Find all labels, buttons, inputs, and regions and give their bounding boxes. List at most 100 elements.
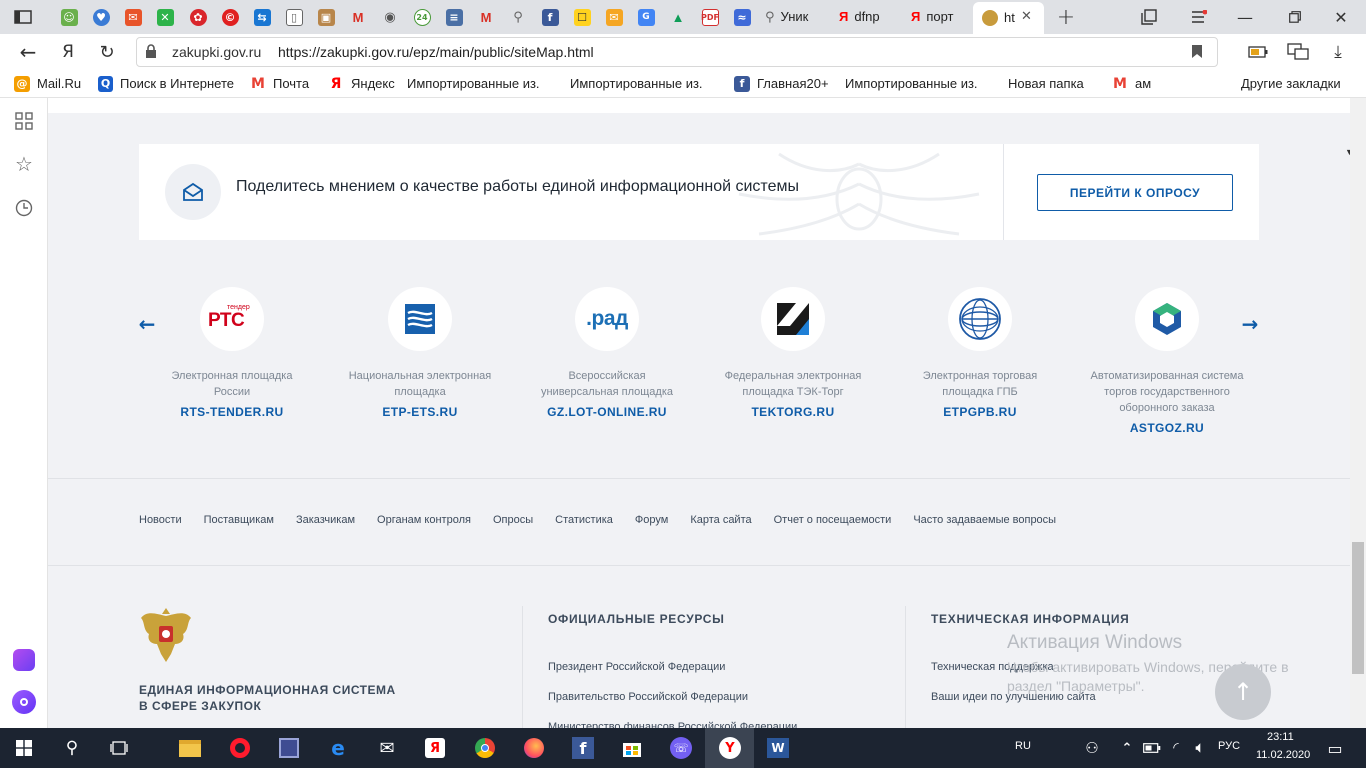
scroll-to-top-button[interactable]: ↑ <box>1215 664 1271 720</box>
bookmark-folder-imported-2[interactable]: Импортированные из... <box>570 70 702 98</box>
tektorg-logo-icon[interactable] <box>761 287 825 351</box>
download-icon[interactable]: ⤓ <box>1326 40 1350 64</box>
footer-link-suppliers[interactable]: Поставщикам <box>204 514 274 530</box>
wifi-icon[interactable]: ◜ <box>1164 736 1188 760</box>
people-icon[interactable]: ⚇ <box>1080 736 1104 760</box>
tab-1[interactable]: Яdfnp <box>839 0 897 34</box>
scrollbar-thumb[interactable] <box>1352 542 1364 674</box>
opera-icon[interactable] <box>228 736 252 760</box>
tab-favicon-pdf-icon[interactable]: PDF <box>698 5 722 29</box>
tab-panel-icon[interactable] <box>12 7 34 27</box>
apps-grid-icon[interactable] <box>12 109 36 133</box>
tab-0[interactable]: ⚲ Уник <box>765 0 829 34</box>
tab-favicon-box-icon[interactable]: ▣ <box>314 5 338 29</box>
tab-favicon-2[interactable]: ♥ <box>89 5 113 29</box>
notifications-icon[interactable]: ▭ <box>1323 736 1347 760</box>
footer-link-minfin[interactable]: Министерство финансов Российской Федерац… <box>548 721 797 728</box>
footer-link-traffic-report[interactable]: Отчет о посещаемости <box>774 514 892 530</box>
new-tab-plus-icon[interactable]: + <box>1054 5 1078 30</box>
save-disk-icon[interactable] <box>277 736 301 760</box>
platform-link[interactable]: ETP-ETS.RU <box>325 405 515 419</box>
platform-link[interactable]: TEKTORG.RU <box>698 405 888 419</box>
tab-close-icon[interactable]: ✕ <box>1021 8 1032 24</box>
platform-link[interactable]: GZ.LOT-ONLINE.RU <box>512 405 702 419</box>
store-icon[interactable] <box>620 736 644 760</box>
go-to-survey-button[interactable]: ПЕРЕЙТИ К ОПРОСУ <box>1037 174 1233 211</box>
bookmark-folder-imported-3[interactable]: Импортированные из... <box>845 70 977 98</box>
address-bar[interactable]: zakupki.gov.ru https://zakupki.gov.ru/ep… <box>136 37 1218 67</box>
tab-favicon-mail-icon[interactable]: ✉ <box>602 5 626 29</box>
minimize-icon[interactable]: — <box>1234 6 1256 28</box>
bookmark-pochta[interactable]: M Почта <box>250 70 309 98</box>
footer-link-statistics[interactable]: Статистика <box>555 514 613 530</box>
menu-icon[interactable] <box>1188 6 1210 28</box>
star-icon[interactable]: ☆ <box>12 152 36 176</box>
tab-favicon-sync-icon[interactable]: ≈ <box>730 5 754 29</box>
tab-favicon-24-icon[interactable]: 24 <box>410 5 434 29</box>
protect-icon[interactable] <box>1286 40 1310 64</box>
footer-link-sitemap[interactable]: Карта сайта <box>690 514 751 530</box>
rad-logo-icon[interactable]: .рад <box>575 287 639 351</box>
tab-favicon-3[interactable]: ✉ <box>121 5 145 29</box>
bookmark-am[interactable]: Mам <box>1112 70 1151 98</box>
word-icon[interactable]: W <box>766 736 790 760</box>
platform-link[interactable]: ETPGPB.RU <box>885 405 1075 419</box>
firefox-icon[interactable] <box>522 736 546 760</box>
tab-favicon-doc-icon[interactable]: ▯ <box>282 5 306 29</box>
mail-envelope-icon[interactable]: ✉ <box>375 736 399 760</box>
tab-favicon-gmail-icon[interactable]: M <box>474 5 498 29</box>
tab-favicon-docs-icon[interactable]: ≡ <box>442 5 466 29</box>
etp-ets-logo-icon[interactable] <box>388 287 452 351</box>
gazprombank-globe-logo-icon[interactable] <box>948 287 1012 351</box>
back-arrow-icon[interactable]: ← <box>16 40 40 64</box>
file-explorer-icon[interactable] <box>178 736 202 760</box>
bookmark-search[interactable]: Q Поиск в Интернете <box>98 70 234 98</box>
input-language[interactable]: РУС <box>1218 740 1240 752</box>
footer-link-faq[interactable]: Часто задаваемые вопросы <box>913 514 1056 530</box>
tab-favicon-drive-icon[interactable]: ▲ <box>666 5 690 29</box>
footer-link-forum[interactable]: Форум <box>635 514 668 530</box>
volume-icon[interactable]: 🔈︎ <box>1188 736 1212 760</box>
battery-icon[interactable] <box>1246 40 1270 64</box>
bookmark-mail-ru[interactable]: @ Mail.Ru <box>14 70 81 98</box>
rts-tender-logo-icon[interactable]: тендер РТС <box>200 287 264 351</box>
keyboard-lang-indicator[interactable]: RU <box>1015 740 1031 752</box>
search-icon[interactable]: ⚲ <box>60 736 84 760</box>
platform-link[interactable]: RTS-TENDER.RU <box>137 405 327 419</box>
footer-link-government[interactable]: Правительство Российской Федерации <box>548 691 748 703</box>
battery-icon[interactable] <box>1140 736 1164 760</box>
yandex-browser-active-icon[interactable]: Y <box>718 736 742 760</box>
tab-favicon-eye-icon[interactable]: ◉ <box>378 5 402 29</box>
bookmark-glavnaya20[interactable]: f Главная20+ <box>734 70 829 98</box>
bookmark-folder-imported-1[interactable]: Импортированные из... <box>407 70 539 98</box>
tab-favicon-translate-icon[interactable]: G <box>634 5 658 29</box>
facebook-icon[interactable]: f <box>571 736 595 760</box>
tab-active[interactable]: ht ✕ <box>973 2 1044 34</box>
footer-link-news[interactable]: Новости <box>139 514 182 530</box>
reload-icon[interactable]: ↻ <box>95 40 119 64</box>
tab-favicon-gmail-icon[interactable]: M <box>346 5 370 29</box>
yandex-logo-icon[interactable]: Я <box>56 40 80 64</box>
tab-favicon-lock-icon[interactable]: ☐ <box>570 5 594 29</box>
astgoz-logo-icon[interactable] <box>1135 287 1199 351</box>
tab-favicon-puzzle-icon[interactable]: ⚲ <box>506 5 530 29</box>
restore-icon[interactable] <box>1284 6 1306 28</box>
bookmark-flag-icon[interactable] <box>1191 44 1203 64</box>
tab-2[interactable]: Япорт <box>911 0 969 34</box>
tab-favicon-5[interactable]: ✿ <box>186 5 210 29</box>
clock-time[interactable]: 23:11 <box>1267 731 1294 743</box>
chrome-icon[interactable] <box>473 736 497 760</box>
tab-favicon-6[interactable]: © <box>218 5 242 29</box>
bookmark-yandex[interactable]: Я Яндекс <box>328 70 395 98</box>
bookmark-folder-new[interactable]: Новая папка <box>1008 70 1084 98</box>
footer-link-customers[interactable]: Заказчикам <box>296 514 355 530</box>
close-window-icon[interactable]: ✕ <box>1330 6 1352 28</box>
viber-icon[interactable]: ☏ <box>669 736 693 760</box>
alice-voice-icon[interactable] <box>12 690 36 714</box>
tab-favicon-4[interactable]: ✕ <box>153 5 177 29</box>
windows-start-icon[interactable] <box>12 736 36 760</box>
footer-link-surveys[interactable]: Опросы <box>493 514 533 530</box>
footer-link-control-bodies[interactable]: Органам контроля <box>377 514 471 530</box>
tab-favicon-7[interactable]: ⇆ <box>250 5 274 29</box>
tab-favicon-1[interactable]: ☺ <box>57 5 81 29</box>
